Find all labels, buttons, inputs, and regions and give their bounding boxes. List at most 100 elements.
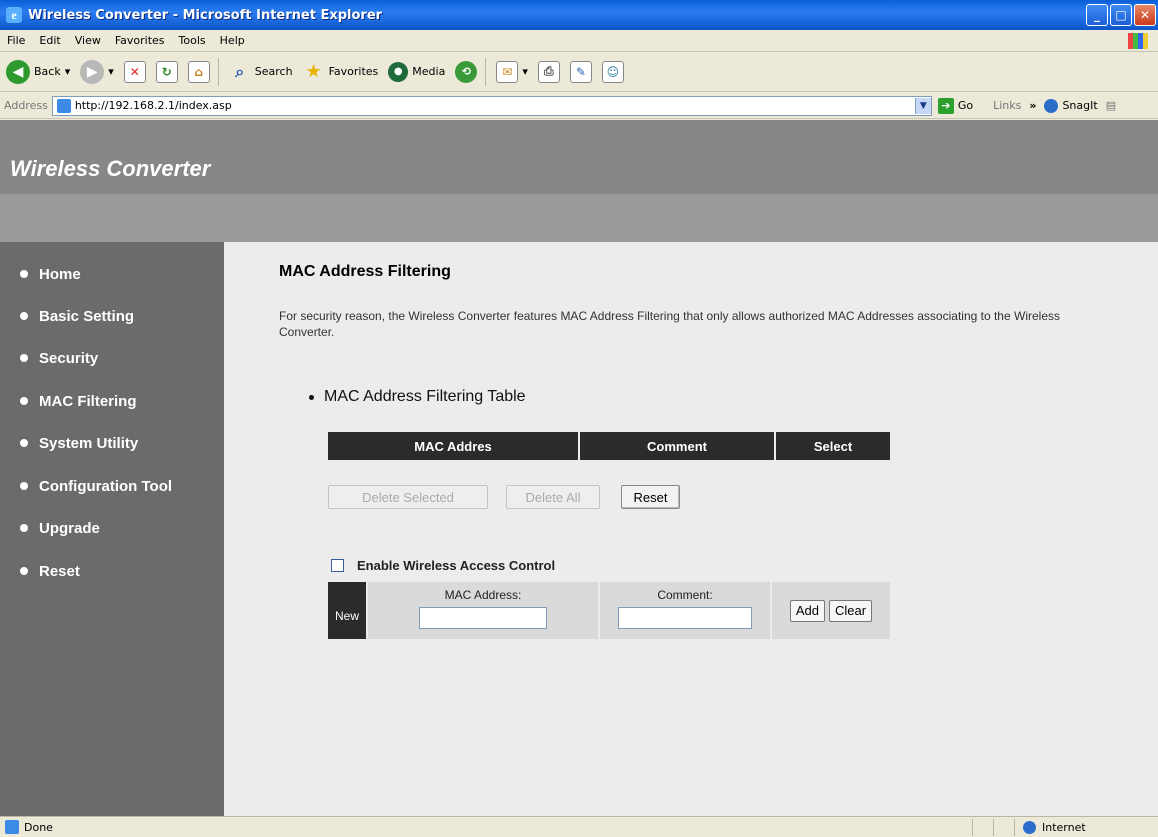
menu-view[interactable]: View (75, 34, 101, 47)
address-url: http://192.168.2.1/index.asp (74, 99, 232, 112)
close-button[interactable]: ✕ (1134, 4, 1156, 26)
column-select: Select (813, 438, 853, 454)
sidebar-item-mac-filtering[interactable]: MAC Filtering (20, 389, 137, 413)
menu-edit[interactable]: Edit (39, 34, 60, 47)
windows-logo-icon (1128, 32, 1148, 49)
back-button[interactable]: ◀ Back ▾ (6, 59, 71, 84)
print-button[interactable]: ⎙ (537, 60, 560, 83)
sidebar: Home Basic Setting Security MAC Filtering Sy… (0, 242, 224, 816)
sidebar-item-home[interactable]: Home (20, 262, 81, 286)
sidebar-item-label: MAC Filtering (39, 392, 137, 410)
search-button[interactable]: ⌕ Search (229, 61, 292, 83)
maximize-button[interactable]: □ (1110, 4, 1132, 26)
menu-help[interactable]: Help (220, 34, 245, 47)
sidebar-item-label: Home (39, 265, 81, 283)
sidebar-item-reset[interactable]: Reset (20, 559, 80, 583)
clear-button[interactable]: Clear (829, 599, 873, 622)
snagit-options-icon[interactable]: ▤ (1106, 99, 1116, 112)
forward-button[interactable]: ▶ ▾ (80, 59, 114, 84)
comment-input[interactable] (618, 607, 752, 629)
address-bar: Address http://192.168.2.1/index.asp ▼ ➔… (0, 93, 1158, 119)
back-arrow-icon: ◀ (6, 59, 30, 84)
home-button[interactable]: ⌂ (187, 60, 210, 83)
table-title: MAC Address Filtering Table (309, 388, 526, 406)
menu-tools[interactable]: Tools (179, 34, 206, 47)
delete-all-button[interactable]: Delete All (506, 485, 600, 509)
page-header: Wireless Converter (0, 120, 1158, 242)
status-separator (993, 818, 994, 836)
page-title: MAC Address Filtering (279, 263, 451, 280)
new-label: New (328, 582, 366, 639)
star-icon: ★ (305, 61, 322, 82)
enable-access-control-row: Enable Wireless Access Control (331, 558, 555, 573)
minimize-button[interactable]: _ (1086, 4, 1108, 26)
enable-access-control-checkbox[interactable] (331, 559, 344, 572)
history-button[interactable]: ⟲ (455, 60, 478, 83)
mail-button[interactable]: ✉ ▾ (496, 60, 528, 83)
bullet-icon (20, 439, 28, 447)
home-icon: ⌂ (187, 60, 210, 83)
media-label: Media (412, 65, 446, 78)
sidebar-item-label: Reset (39, 562, 80, 580)
sidebar-item-system-utility[interactable]: System Utility (20, 431, 138, 455)
links-label: Links (993, 99, 1022, 112)
chevron-right-icon[interactable]: » (1029, 99, 1036, 112)
forward-dropdown-icon[interactable]: ▾ (108, 65, 114, 78)
add-button[interactable]: Add (789, 599, 826, 622)
mac-address-label: MAC Address: (444, 588, 522, 602)
sidebar-item-security[interactable]: Security (20, 346, 98, 370)
sidebar-item-label: Security (39, 349, 99, 367)
toolbar-separator (217, 57, 219, 86)
page-icon (56, 98, 71, 113)
toolbar-separator (485, 57, 487, 86)
messenger-button[interactable]: ☺ (601, 60, 624, 83)
sidebar-item-upgrade[interactable]: Upgrade (20, 516, 100, 540)
security-zone: Internet (1014, 818, 1144, 836)
reset-table-button[interactable]: Reset (621, 485, 680, 509)
stop-button[interactable]: ✕ (123, 60, 146, 83)
address-dropdown-icon[interactable]: ▼ (914, 97, 931, 114)
comment-label: Comment: (657, 588, 713, 602)
page-description: For security reason, the Wireless Conver… (279, 309, 1060, 339)
zone-label: Internet (1042, 820, 1086, 834)
edit-button[interactable]: ✎ (569, 60, 592, 83)
page-done-icon (5, 820, 19, 834)
refresh-button[interactable]: ↻ (155, 60, 178, 83)
bullet-icon (20, 524, 28, 532)
table-title-text: MAC Address Filtering Table (324, 388, 526, 405)
sidebar-item-label: System Utility (39, 434, 139, 452)
snagit-icon (1044, 98, 1059, 113)
messenger-icon: ☺ (601, 60, 624, 83)
action-cell: Add Clear (770, 582, 890, 639)
sidebar-item-basic-setting[interactable]: Basic Setting (20, 304, 134, 328)
menu-file[interactable]: File (7, 34, 25, 47)
links-toolbar[interactable]: Links » (993, 99, 1044, 112)
sidebar-item-configuration-tool[interactable]: Configuration Tool (20, 474, 172, 498)
status-text: Done (24, 820, 53, 834)
mac-address-cell: MAC Address: (366, 582, 598, 639)
browser-window: e Wireless Converter - Microsoft Interne… (0, 0, 1158, 837)
web-page: Wireless Converter Home Basic Setting Secu… (0, 120, 1158, 816)
media-button[interactable]: ● Media (388, 61, 446, 82)
go-button[interactable]: ➔ Go (937, 97, 973, 114)
snagit-button[interactable]: SnagIt ▤ (1044, 98, 1116, 113)
address-input[interactable]: http://192.168.2.1/index.asp ▼ (51, 95, 932, 116)
bullet-icon (20, 312, 28, 320)
back-dropdown-icon[interactable]: ▾ (65, 65, 71, 78)
back-label: Back (34, 65, 61, 78)
main-content: MAC Address Filtering For security reaso… (224, 242, 1158, 816)
refresh-icon: ↻ (155, 60, 178, 83)
brand-title: Wireless Converter (10, 156, 211, 181)
ie-icon: e (6, 7, 22, 23)
comment-cell: Comment: (598, 582, 770, 639)
sidebar-item-label: Upgrade (39, 519, 100, 537)
bullet-icon (20, 482, 28, 490)
sidebar-item-label: Configuration Tool (39, 477, 173, 495)
mail-dropdown-icon[interactable]: ▾ (522, 65, 528, 78)
toolbar: ◀ Back ▾ ▶ ▾ ✕ ↻ ⌂ ⌕ Search ★ Favorites … (0, 52, 1158, 92)
go-arrow-icon: ➔ (937, 97, 954, 114)
favorites-button[interactable]: ★ Favorites (303, 61, 379, 83)
mac-address-input[interactable] (419, 607, 547, 629)
delete-selected-button[interactable]: Delete Selected (328, 485, 488, 509)
menu-favorites[interactable]: Favorites (115, 34, 165, 47)
